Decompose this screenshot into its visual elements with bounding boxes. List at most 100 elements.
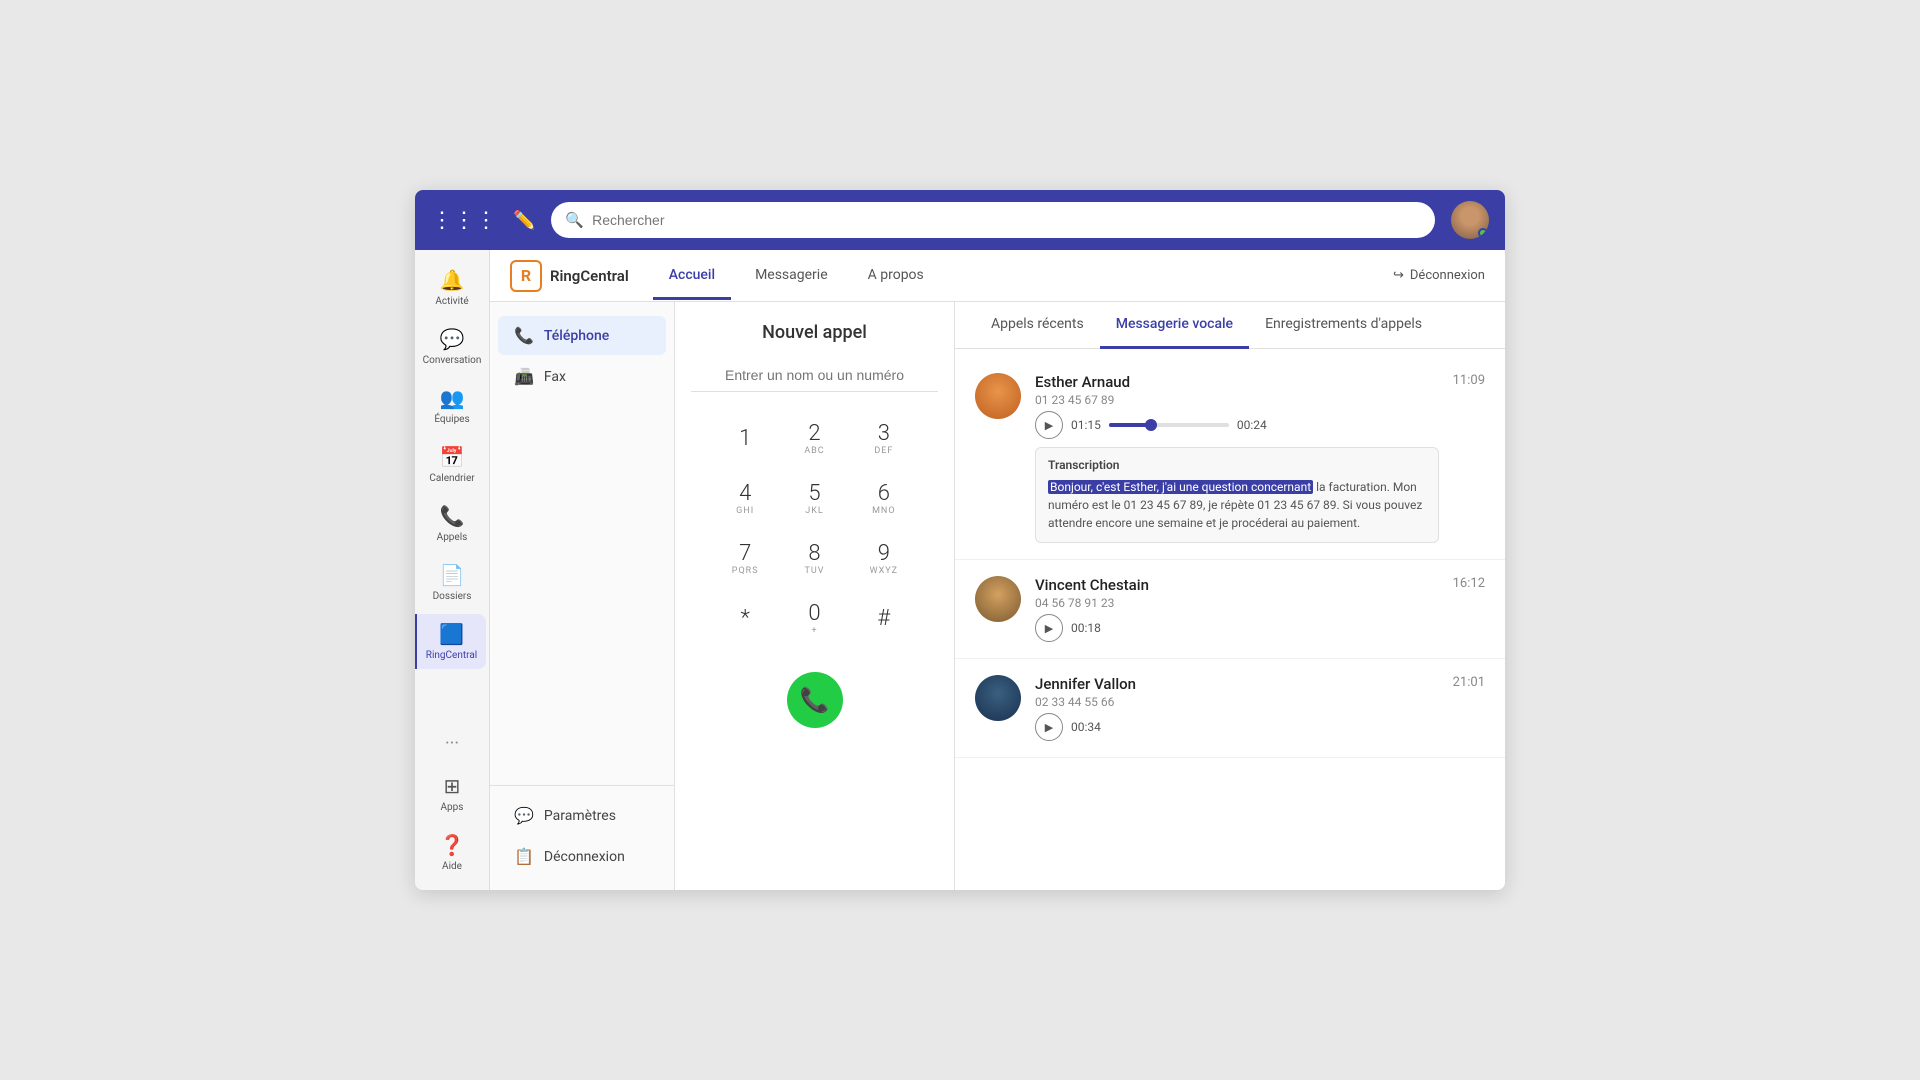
parametres-label: Paramètres: [544, 808, 616, 824]
vm-name-vincent: Vincent Chestain: [1035, 576, 1439, 594]
sidebar-item-ringcentral[interactable]: 🟦 RingCentral: [415, 614, 486, 669]
key-star[interactable]: *: [715, 592, 776, 644]
vm-name-jennifer: Jennifer Vallon: [1035, 675, 1439, 693]
content-area: R RingCentral Accueil Messagerie A propo…: [490, 250, 1505, 890]
sidebar-item-activite[interactable]: 🔔 Activité: [420, 260, 484, 315]
vm-info-jennifer: Jennifer Vallon 02 33 44 55 66 ▶ 00:34: [1035, 675, 1439, 741]
tab-appels-recents[interactable]: Appels récents: [975, 302, 1100, 349]
key-5[interactable]: 5 JKL: [784, 472, 845, 524]
left-panel-parametres[interactable]: 💬 Paramètres: [498, 796, 666, 835]
avatar-esther: [975, 373, 1021, 419]
sidebar-item-dossiers[interactable]: 📄 Dossiers: [420, 555, 484, 610]
app-window: ⋮⋮⋮ ✏️ 🔍 🔔 Activité 💬 Conversation 👥 Équ: [415, 190, 1505, 890]
right-tabs: Appels récents Messagerie vocale Enregis…: [955, 302, 1505, 349]
left-panel-deconnexion[interactable]: 📋 Déconnexion: [498, 837, 666, 876]
list-item: Jennifer Vallon 02 33 44 55 66 ▶ 00:34 2…: [955, 659, 1505, 758]
main-layout: 🔔 Activité 💬 Conversation 👥 Équipes 📅 Ca…: [415, 250, 1505, 890]
vm-player-esther: ▶ 01:15 00:24: [1035, 411, 1439, 439]
list-item: Vincent Chestain 04 56 78 91 23 ▶ 00:18 …: [955, 560, 1505, 659]
vm-player-jennifer: ▶ 00:34: [1035, 713, 1439, 741]
transcription-box: Transcription Bonjour, c'est Esther, j'a…: [1035, 447, 1439, 543]
key-0[interactable]: 0 +: [784, 592, 845, 644]
tab-accueil[interactable]: Accueil: [653, 253, 731, 300]
voicemail-list: Esther Arnaud 01 23 45 67 89 ▶ 01:15: [955, 349, 1505, 890]
vm-start-time-esther: 01:15: [1071, 418, 1101, 432]
teams-icon: 👥: [440, 386, 465, 410]
logout-icon: ↪: [1393, 268, 1404, 283]
vm-end-time-jennifer: 00:34: [1071, 720, 1101, 734]
brand-name: RingCentral: [550, 267, 629, 285]
dialpad-grid: 1 2 ABC 3 DEF 4 GHI: [715, 412, 915, 644]
list-item: Esther Arnaud 01 23 45 67 89 ▶ 01:15: [955, 357, 1505, 560]
dialpad-title: Nouvel appel: [762, 322, 867, 343]
key-8[interactable]: 8 TUV: [784, 532, 845, 584]
key-7[interactable]: 7 PQRS: [715, 532, 776, 584]
left-panel-fax[interactable]: 📠 Fax: [498, 357, 666, 396]
topbar: ⋮⋮⋮ ✏️ 🔍: [415, 190, 1505, 250]
brand-logo: R RingCentral: [510, 260, 629, 292]
sidebar-item-aide[interactable]: ❓ Aide: [420, 825, 484, 880]
tab-messagerie[interactable]: Messagerie: [739, 253, 844, 300]
vm-phone-vincent: 04 56 78 91 23: [1035, 596, 1439, 610]
avatar[interactable]: [1451, 201, 1489, 239]
phone-icon: 📞: [440, 504, 465, 528]
key-2[interactable]: 2 ABC: [784, 412, 845, 464]
vm-progress-esther[interactable]: [1109, 423, 1229, 427]
vm-phone-esther: 01 23 45 67 89: [1035, 393, 1439, 407]
sidebar-item-equipes[interactable]: 👥 Équipes: [420, 378, 484, 433]
sidebar-label-activite: Activité: [435, 296, 468, 307]
online-indicator: [1478, 228, 1488, 238]
vm-name-esther: Esther Arnaud: [1035, 373, 1439, 391]
dialpad-input[interactable]: [691, 359, 938, 392]
sidebar-item-apps[interactable]: ⊞ Apps: [420, 766, 484, 821]
brand-icon: R: [510, 260, 542, 292]
avatar-jennifer: [975, 675, 1021, 721]
vm-info-vincent: Vincent Chestain 04 56 78 91 23 ▶ 00:18: [1035, 576, 1439, 642]
sidebar-label-conversation: Conversation: [423, 355, 482, 366]
nav-tabs: R RingCentral Accueil Messagerie A propo…: [490, 250, 1505, 302]
more-icon[interactable]: ···: [445, 733, 459, 754]
right-panel: Appels récents Messagerie vocale Enregis…: [955, 302, 1505, 890]
dialpad-panel: Nouvel appel 1 2 ABC 3 DEF: [675, 302, 955, 890]
fax-label: Fax: [544, 369, 566, 385]
sidebar-label-dossiers: Dossiers: [433, 591, 472, 602]
folder-icon: 📄: [440, 563, 465, 587]
key-hash[interactable]: #: [853, 592, 914, 644]
tab-apropos[interactable]: A propos: [852, 253, 940, 300]
grid-icon[interactable]: ⋮⋮⋮: [431, 208, 497, 233]
tab-enregistrements[interactable]: Enregistrements d'appels: [1249, 302, 1438, 349]
key-9[interactable]: 9 WXYZ: [853, 532, 914, 584]
sidebar-label-apps: Apps: [441, 802, 464, 813]
signout-icon: 📋: [514, 847, 534, 866]
sidebar-item-appels[interactable]: 📞 Appels: [420, 496, 484, 551]
play-button-esther[interactable]: ▶: [1035, 411, 1063, 439]
play-button-vincent[interactable]: ▶: [1035, 614, 1063, 642]
sidebar-item-conversation[interactable]: 💬 Conversation: [420, 319, 484, 374]
left-panel-telephone[interactable]: 📞 Téléphone: [498, 316, 666, 355]
fax-icon: 📠: [514, 367, 534, 386]
call-button[interactable]: 📞: [787, 672, 843, 728]
chat-icon: 💬: [440, 327, 465, 351]
tab-messagerie-vocale[interactable]: Messagerie vocale: [1100, 302, 1249, 349]
sidebar-label-calendrier: Calendrier: [429, 473, 474, 484]
key-3[interactable]: 3 DEF: [853, 412, 914, 464]
key-6[interactable]: 6 MNO: [853, 472, 914, 524]
bell-icon: 🔔: [440, 268, 465, 292]
search-bar[interactable]: 🔍: [551, 202, 1435, 238]
search-input[interactable]: [592, 212, 1421, 228]
transcription-highlight: Bonjour, c'est Esther, j'ai une question…: [1048, 480, 1313, 494]
search-icon: 🔍: [565, 211, 584, 229]
sidebar-item-calendrier[interactable]: 📅 Calendrier: [420, 437, 484, 492]
vm-phone-jennifer: 02 33 44 55 66: [1035, 695, 1439, 709]
settings-icon: 💬: [514, 806, 534, 825]
vm-end-time-esther: 00:24: [1237, 418, 1267, 432]
logout-button[interactable]: ↪ Déconnexion: [1393, 268, 1485, 283]
vm-info-esther: Esther Arnaud 01 23 45 67 89 ▶ 01:15: [1035, 373, 1439, 543]
help-icon: ❓: [440, 833, 465, 857]
play-button-jennifer[interactable]: ▶: [1035, 713, 1063, 741]
key-4[interactable]: 4 GHI: [715, 472, 776, 524]
logout-label: Déconnexion: [1410, 268, 1485, 283]
edit-icon[interactable]: ✏️: [513, 210, 535, 231]
deconnexion-label: Déconnexion: [544, 849, 625, 865]
key-1[interactable]: 1: [715, 412, 776, 464]
